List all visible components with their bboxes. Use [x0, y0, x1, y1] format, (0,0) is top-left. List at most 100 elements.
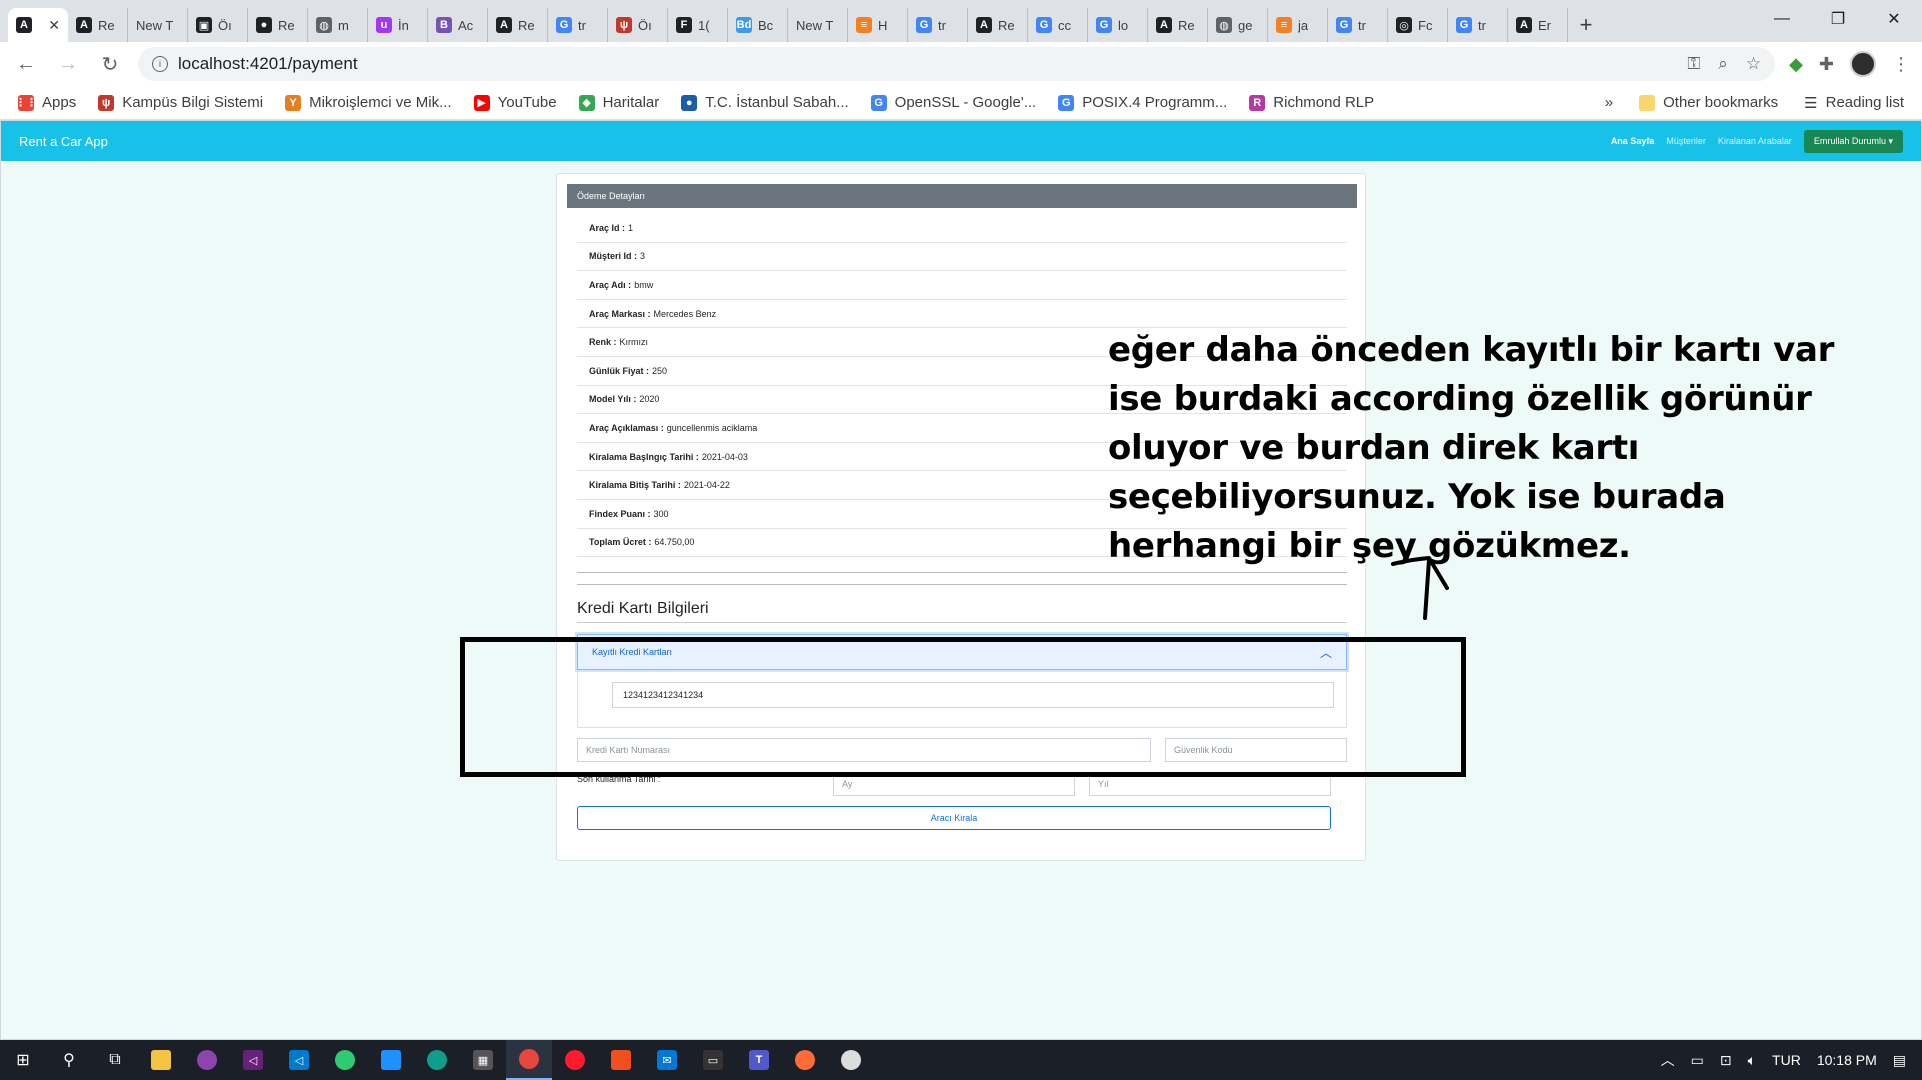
bookmark-item[interactable]: ⋮⋮ Apps: [15, 94, 76, 111]
browser-tab[interactable]: A Re: [488, 8, 548, 42]
vscode-icon[interactable]: ◁: [276, 1040, 322, 1080]
app-navbar: Rent a Car App Ana Sayfa Müşteriler Kira…: [1, 121, 1921, 161]
bookmark-item[interactable]: ● T.C. İstanbul Sabah...: [681, 94, 849, 111]
task-view-icon[interactable]: ⧉: [92, 1040, 138, 1080]
network-icon[interactable]: ⊡: [1720, 1052, 1732, 1069]
battery-icon[interactable]: ▭: [1691, 1052, 1704, 1069]
browser-tab[interactable]: A Er: [1508, 8, 1568, 42]
tab-label: Ac: [458, 17, 474, 33]
file-explorer-icon[interactable]: [138, 1040, 184, 1080]
bookmark-item[interactable]: G POSIX.4 Programm...: [1058, 94, 1227, 111]
browser-tab[interactable]: Glo: [1088, 8, 1148, 42]
new-tab-button[interactable]: +: [1568, 8, 1604, 42]
bookmark-item[interactable]: G OpenSSL - Google'...: [870, 94, 1036, 111]
reload-icon[interactable]: ↻: [96, 50, 124, 78]
browser-tab[interactable]: ψ Öı: [608, 8, 668, 42]
paint-icon[interactable]: [828, 1040, 874, 1080]
browser-tab[interactable]: A Re: [968, 8, 1028, 42]
restore-icon[interactable]: ❐: [1810, 0, 1866, 38]
nav-home[interactable]: Ana Sayfa: [1611, 136, 1655, 146]
google-icon: G: [1058, 94, 1075, 111]
tab-label: New T: [136, 17, 174, 33]
chrome-icon[interactable]: [506, 1040, 552, 1080]
app-window-icon[interactable]: [368, 1040, 414, 1080]
extensions-puzzle-icon[interactable]: ✚: [1819, 54, 1834, 75]
maps-pin-icon[interactable]: [322, 1040, 368, 1080]
bd-icon: Bd: [736, 17, 752, 33]
volume-icon[interactable]: 🔈︎: [1748, 1052, 1756, 1069]
search-icon[interactable]: ⚲: [46, 1040, 92, 1080]
postman-icon[interactable]: [782, 1040, 828, 1080]
browser-tab[interactable]: ◍ ge: [1208, 8, 1268, 42]
teams-icon[interactable]: T: [736, 1040, 782, 1080]
bookmark-item[interactable]: ◆ Haritalar: [578, 94, 659, 111]
detail-label: Araç Açıklaması :: [589, 422, 664, 433]
bookmark-item[interactable]: Y Mikroişlemci ve Mik...: [285, 94, 452, 111]
browser-tab[interactable]: ◎ Fc: [1388, 8, 1448, 42]
clock[interactable]: 10:18 PM: [1817, 1052, 1877, 1068]
browser-tab[interactable]: ● Re: [248, 8, 308, 42]
store-icon[interactable]: ▦: [460, 1040, 506, 1080]
bookmark-item[interactable]: ▶ YouTube: [473, 94, 557, 111]
figma-icon[interactable]: [598, 1040, 644, 1080]
caret-down-icon: ▾: [1888, 135, 1893, 146]
browser-tab[interactable]: Gtr: [908, 8, 968, 42]
back-icon[interactable]: ←: [12, 50, 40, 78]
visual-studio-icon[interactable]: ◁: [230, 1040, 276, 1080]
browser-tab[interactable]: A Re: [68, 8, 128, 42]
tab-close-icon[interactable]: ✕: [48, 17, 60, 34]
mail-icon[interactable]: ✉: [644, 1040, 690, 1080]
browser-tab[interactable]: ≡ ja: [1268, 8, 1328, 42]
bookmark-item[interactable]: ψ Kampüs Bilgi Sistemi: [98, 94, 263, 111]
terminal-icon[interactable]: ▭: [690, 1040, 736, 1080]
forward-icon[interactable]: →: [54, 50, 82, 78]
user-dropdown-button[interactable]: Emrullah Durumlu ▾: [1803, 129, 1903, 153]
extension-leaf-icon[interactable]: ◆: [1789, 54, 1803, 75]
opera-icon[interactable]: [552, 1040, 598, 1080]
profile-avatar[interactable]: [1850, 51, 1876, 77]
minimize-icon[interactable]: —: [1754, 0, 1810, 38]
github-desktop-icon[interactable]: [184, 1040, 230, 1080]
address-bar[interactable]: i localhost:4201/payment ⚿ ⌕ ☆: [138, 47, 1776, 81]
browser-tab[interactable]: Gtr: [1448, 8, 1508, 42]
browser-tab[interactable]: B Ac: [428, 8, 488, 42]
key-icon[interactable]: ⚿: [1687, 54, 1700, 74]
nav-rented-cars[interactable]: Kiralanan Arabalar: [1718, 136, 1792, 146]
browser-tab[interactable]: ≡ H: [848, 8, 908, 42]
user-name: Emrullah Durumlu: [1813, 135, 1886, 146]
other-bookmarks[interactable]: Other bookmarks: [1639, 94, 1778, 111]
reading-list[interactable]: ☰ Reading list: [1804, 94, 1904, 112]
detail-label: Renk :: [589, 337, 617, 348]
google-icon: G: [1036, 17, 1052, 33]
close-window-icon[interactable]: ✕: [1866, 0, 1922, 38]
rent-car-button[interactable]: Aracı Kirala: [577, 806, 1331, 830]
browser-tab[interactable]: A ✕: [8, 8, 68, 42]
star-icon[interactable]: ☆: [1746, 54, 1761, 74]
notifications-icon[interactable]: ▤: [1893, 1052, 1906, 1069]
bookmarks-more-icon[interactable]: »: [1605, 94, 1613, 111]
detail-row: Araç Adı : bmw: [577, 271, 1347, 300]
browser-tab[interactable]: Gcc: [1028, 8, 1088, 42]
tab-label: ja: [1298, 17, 1309, 33]
nav-customers[interactable]: Müşteriler: [1666, 136, 1706, 146]
browser-tab[interactable]: Gtr: [548, 8, 608, 42]
browser-tab[interactable]: u İn: [368, 8, 428, 42]
menu-kebab-icon[interactable]: ⋮: [1892, 54, 1910, 75]
browser-tab[interactable]: F 1(: [668, 8, 728, 42]
windows-start-icon[interactable]: ⊞: [0, 1040, 46, 1080]
bookmark-item[interactable]: R Richmond RLP: [1249, 94, 1374, 111]
browser-tab[interactable]: New T: [788, 8, 848, 42]
angular-icon: A: [496, 17, 512, 33]
edge-icon[interactable]: [414, 1040, 460, 1080]
chevron-up-icon[interactable]: ︿: [1661, 1050, 1675, 1070]
browser-tab[interactable]: A Re: [1148, 8, 1208, 42]
language-indicator[interactable]: TUR: [1772, 1052, 1801, 1068]
brand-link[interactable]: Rent a Car App: [19, 134, 108, 149]
site-info-icon[interactable]: i: [152, 56, 168, 72]
zoom-icon[interactable]: ⌕: [1718, 54, 1728, 74]
browser-tab[interactable]: Bd Bc: [728, 8, 788, 42]
browser-tab[interactable]: ◍ m: [308, 8, 368, 42]
browser-tab[interactable]: Gtr: [1328, 8, 1388, 42]
browser-tab[interactable]: ▣ Öı: [188, 8, 248, 42]
browser-tab[interactable]: New T: [128, 8, 188, 42]
